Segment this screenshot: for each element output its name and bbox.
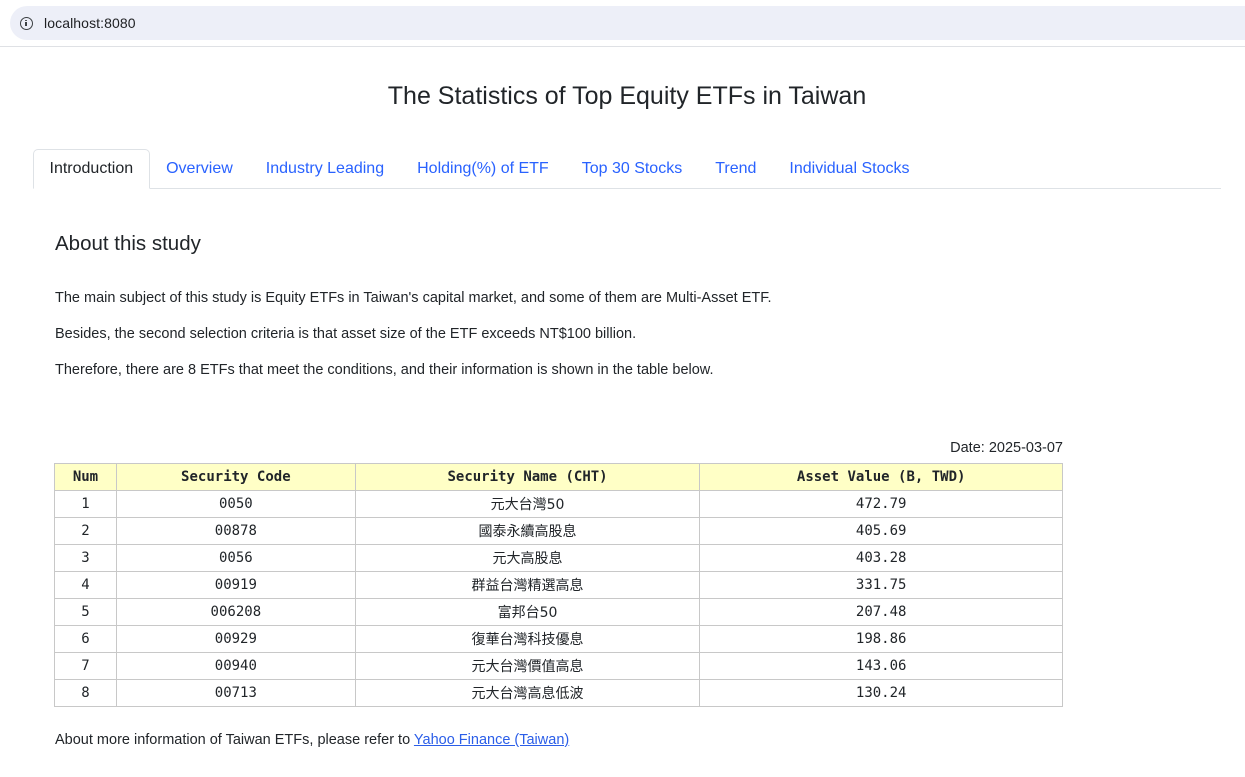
cell-num: 8 xyxy=(54,679,117,707)
table-row: 8 00713 元大台灣高息低波 130.24 xyxy=(54,679,1063,707)
tab-bar: Introduction Overview Industry Leading H… xyxy=(33,149,1221,189)
cell-code: 006208 xyxy=(115,598,356,626)
header-num: Num xyxy=(54,463,117,491)
cell-asset: 331.75 xyxy=(699,571,1063,599)
header-security-code: Security Code xyxy=(115,463,356,491)
tab-trend[interactable]: Trend xyxy=(699,149,773,188)
cell-num: 5 xyxy=(54,598,117,626)
tab-introduction[interactable]: Introduction xyxy=(33,149,150,189)
header-security-name: Security Name (CHT) xyxy=(354,463,701,491)
footer-note: About more information of Taiwan ETFs, p… xyxy=(55,732,569,748)
cell-code: 00713 xyxy=(115,679,356,707)
cell-num: 7 xyxy=(54,652,117,680)
table-row: 5 006208 富邦台50 207.48 xyxy=(54,598,1063,626)
intro-paragraph-1: The main subject of this study is Equity… xyxy=(55,290,772,306)
cell-num: 6 xyxy=(54,625,117,653)
cell-asset: 472.79 xyxy=(699,490,1063,518)
cell-name: 國泰永續高股息 xyxy=(354,517,701,545)
footer-text: About more information of Taiwan ETFs, p… xyxy=(55,732,414,748)
url-text: localhost:8080 xyxy=(44,15,136,31)
intro-paragraph-2: Besides, the second selection criteria i… xyxy=(55,326,637,342)
cell-code: 00929 xyxy=(115,625,356,653)
table-row: 3 0056 元大高股息 403.28 xyxy=(54,544,1063,572)
table-header-row: Num Security Code Security Name (CHT) As… xyxy=(54,463,1063,491)
table-row: 2 00878 國泰永續高股息 405.69 xyxy=(54,517,1063,545)
page-title: The Statistics of Top Equity ETFs in Tai… xyxy=(387,82,867,110)
cell-asset: 405.69 xyxy=(699,517,1063,545)
tab-holding-of-etf[interactable]: Holding(%) of ETF xyxy=(401,149,566,188)
cell-name: 元大台灣價值高息 xyxy=(354,652,701,680)
etf-table: Num Security Code Security Name (CHT) As… xyxy=(54,463,1063,707)
tab-individual-stocks[interactable]: Individual Stocks xyxy=(773,149,926,188)
chrome-divider xyxy=(0,46,1245,47)
cell-name: 元大高股息 xyxy=(354,544,701,572)
cell-asset: 198.86 xyxy=(699,625,1063,653)
table-row: 1 0050 元大台灣50 472.79 xyxy=(54,490,1063,518)
cell-code: 00919 xyxy=(115,571,356,599)
cell-num: 3 xyxy=(54,544,117,572)
cell-code: 0050 xyxy=(115,490,356,518)
cell-asset: 207.48 xyxy=(699,598,1063,626)
address-bar[interactable]: localhost:8080 xyxy=(10,6,1245,40)
cell-name: 復華台灣科技優息 xyxy=(354,625,701,653)
cell-name: 元大台灣50 xyxy=(354,490,701,518)
data-date: Date: 2025-03-07 xyxy=(950,440,1063,456)
tab-top-30-stocks[interactable]: Top 30 Stocks xyxy=(565,149,699,188)
cell-name: 富邦台50 xyxy=(354,598,701,626)
cell-num: 2 xyxy=(54,517,117,545)
cell-name: 群益台灣精選高息 xyxy=(354,571,701,599)
table-row: 7 00940 元大台灣價值高息 143.06 xyxy=(54,652,1063,680)
cell-asset: 143.06 xyxy=(699,652,1063,680)
cell-code: 0056 xyxy=(115,544,356,572)
table-row: 6 00929 復華台灣科技優息 198.86 xyxy=(54,625,1063,653)
cell-num: 4 xyxy=(54,571,117,599)
cell-num: 1 xyxy=(54,490,117,518)
cell-asset: 403.28 xyxy=(699,544,1063,572)
tab-industry-leading[interactable]: Industry Leading xyxy=(249,149,400,188)
cell-code: 00940 xyxy=(115,652,356,680)
site-info-icon[interactable] xyxy=(20,16,33,30)
yahoo-finance-link[interactable]: Yahoo Finance (Taiwan) xyxy=(414,732,569,748)
header-asset-value: Asset Value (B, TWD) xyxy=(699,463,1063,491)
section-title: About this study xyxy=(55,232,201,255)
cell-name: 元大台灣高息低波 xyxy=(354,679,701,707)
cell-code: 00878 xyxy=(115,517,356,545)
intro-paragraph-3: Therefore, there are 8 ETFs that meet th… xyxy=(55,362,714,378)
cell-asset: 130.24 xyxy=(699,679,1063,707)
table-row: 4 00919 群益台灣精選高息 331.75 xyxy=(54,571,1063,599)
tab-overview[interactable]: Overview xyxy=(150,149,250,188)
